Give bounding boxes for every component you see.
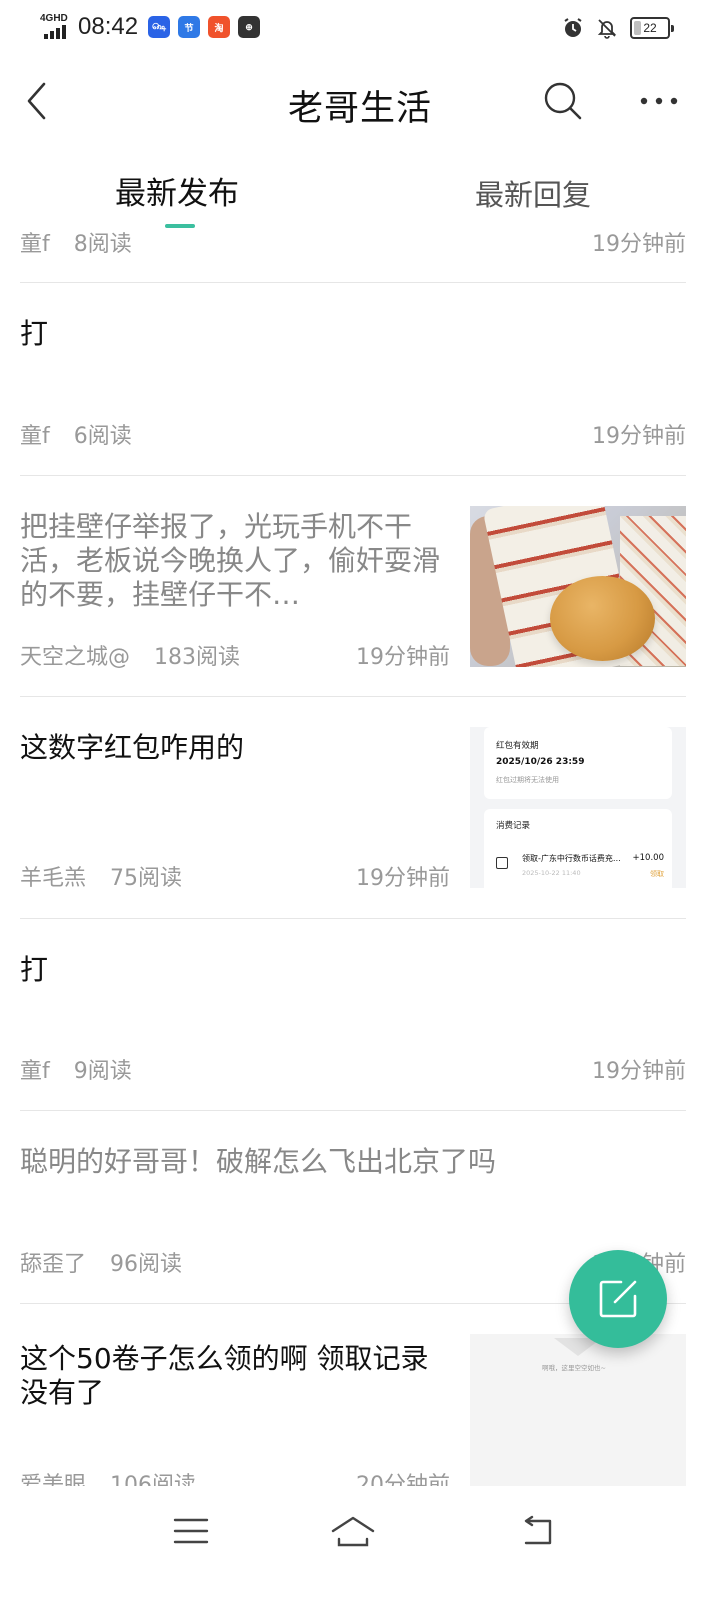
validity-date: 2025/10/26 23:59 bbox=[496, 757, 585, 767]
post-author: 天空之城@ bbox=[20, 645, 131, 670]
post-author: 羊毛羔 bbox=[20, 866, 87, 891]
tab-bar: 最新发布 最新回复 bbox=[0, 162, 720, 232]
post-meta: 舔歪了 96阅读 bbox=[20, 1246, 182, 1278]
post-meta: 童f 9阅读 bbox=[20, 1053, 132, 1085]
recent-apps-button[interactable] bbox=[161, 1508, 221, 1554]
record-icon bbox=[496, 857, 508, 869]
post-meta: 爱美眼 106阅读 bbox=[20, 1467, 196, 1486]
record-text: 领取-广东中行数币话费充… bbox=[522, 854, 621, 863]
back-nav-button[interactable] bbox=[508, 1508, 568, 1554]
compose-button[interactable] bbox=[569, 1250, 667, 1348]
list-item[interactable]: 打 童f 6阅读 19分钟前 bbox=[20, 283, 686, 476]
records-label: 消费记录 bbox=[496, 821, 531, 831]
post-meta: 天空之城@ 183阅读 bbox=[20, 639, 240, 671]
thumbnail-records-card: 消费记录 领取-广东中行数币话费充… +10.00 2025-10-22 11:… bbox=[484, 809, 672, 888]
notification-app-icons: ௸ 节淘 ⊕ bbox=[148, 16, 261, 38]
validity-label: 红包有效期 bbox=[496, 741, 539, 751]
tab-latest-replies[interactable]: 最新回复 bbox=[475, 172, 591, 214]
post-meta: 童f 8阅读 bbox=[20, 226, 132, 258]
taobao-app-icon: 淘 bbox=[208, 16, 231, 38]
post-title: 打 bbox=[20, 317, 49, 350]
baidu-app-icon: ௸ bbox=[148, 16, 171, 38]
record-time: 2025-10-22 11:40 bbox=[522, 869, 581, 877]
more-icon bbox=[640, 97, 678, 105]
mute-notifications-icon bbox=[597, 19, 617, 39]
post-meta: 童f 6阅读 bbox=[20, 418, 132, 450]
battery-fill bbox=[634, 21, 641, 35]
record-amount: +10.00 bbox=[632, 853, 664, 863]
post-author: 童f bbox=[20, 424, 50, 449]
home-button[interactable] bbox=[323, 1508, 383, 1554]
live-app-icon: 节 bbox=[178, 16, 201, 38]
post-title: 打 bbox=[20, 953, 49, 986]
link-app-icon: ⊕ bbox=[238, 16, 261, 38]
network-indicator: 4GHD bbox=[40, 14, 74, 40]
post-reads: 106阅读 bbox=[110, 1473, 197, 1486]
post-reads: 8阅读 bbox=[73, 232, 132, 257]
compose-icon bbox=[599, 1280, 637, 1318]
post-reads: 75阅读 bbox=[110, 866, 183, 891]
network-type: 4GHD bbox=[40, 13, 68, 24]
post-title: 这数字红包咋用的 bbox=[20, 731, 245, 764]
post-meta: 羊毛羔 75阅读 bbox=[20, 860, 182, 892]
back-nav-icon bbox=[524, 1515, 552, 1545]
search-icon bbox=[544, 82, 582, 120]
top-nav: 老哥生活 bbox=[0, 60, 720, 146]
post-time: 19分钟前 bbox=[356, 866, 450, 891]
post-thumbnail[interactable]: 啊哦，这里空空如也~ bbox=[470, 1334, 686, 1486]
post-time: 19分钟前 bbox=[592, 424, 686, 449]
post-author: 童f bbox=[20, 232, 50, 257]
post-reads: 9阅读 bbox=[73, 1059, 132, 1084]
battery-icon: 22 bbox=[630, 17, 674, 39]
status-bar: 4GHD 08:42 ௸ 节淘 ⊕ 22 bbox=[0, 0, 720, 56]
post-time: 19分钟前 bbox=[356, 645, 450, 670]
tab-latest-posts[interactable]: 最新发布 bbox=[115, 168, 239, 213]
thumbnail-validity-card: 红包有效期 2025/10/26 23:59 红包过期将无法使用 bbox=[484, 727, 672, 799]
post-title: 把挂壁仔举报了，光玩手机不干活，老板说今晚换人了，偷奸耍滑的不要，挂壁仔干不… bbox=[20, 510, 440, 611]
page-title: 老哥生活 bbox=[287, 89, 432, 129]
post-author: 童f bbox=[20, 1059, 50, 1084]
validity-note: 红包过期将无法使用 bbox=[496, 776, 559, 784]
battery-level: 22 bbox=[643, 21, 657, 35]
list-item[interactable]: 把挂壁仔举报了，光玩手机不干活，老板说今晚换人了，偷奸耍滑的不要，挂壁仔干不… … bbox=[20, 476, 686, 697]
thumbnail-bun bbox=[550, 576, 655, 661]
signal-icon bbox=[44, 25, 66, 39]
post-reads: 183阅读 bbox=[154, 645, 241, 670]
system-nav-bar bbox=[0, 1486, 720, 1600]
post-time: 19分钟前 bbox=[592, 232, 686, 257]
alarm-icon bbox=[564, 18, 582, 37]
status-bar-left: 4GHD 08:42 ௸ 节淘 ⊕ bbox=[40, 12, 261, 42]
post-reads: 6阅读 bbox=[73, 424, 132, 449]
clock: 08:42 bbox=[78, 13, 139, 40]
status-bar-right: 22 bbox=[562, 14, 674, 42]
post-time: 20分钟前 bbox=[356, 1473, 450, 1486]
post-thumbnail[interactable] bbox=[470, 506, 686, 667]
list-item[interactable]: 童f 8阅读 19分钟前 bbox=[20, 224, 686, 283]
post-reads: 96阅读 bbox=[110, 1252, 183, 1277]
search-button[interactable] bbox=[540, 78, 586, 124]
post-author: 舔歪了 bbox=[20, 1252, 87, 1277]
post-time: 19分钟前 bbox=[592, 1059, 686, 1084]
empty-state-text: 啊哦，这里空空如也~ bbox=[542, 1364, 606, 1372]
post-thumbnail[interactable]: 红包有效期 2025/10/26 23:59 红包过期将无法使用 消费记录 领取… bbox=[470, 727, 686, 888]
more-button[interactable] bbox=[634, 78, 684, 124]
menu-icon bbox=[173, 1518, 209, 1544]
list-item[interactable]: 这数字红包咋用的 羊毛羔 75阅读 19分钟前 红包有效期 2025/10/26… bbox=[20, 697, 686, 919]
home-icon bbox=[331, 1516, 375, 1547]
post-title: 这个50卷子怎么领的啊 领取记录没有了 bbox=[20, 1342, 429, 1409]
post-title: 聪明的好哥哥！破解怎么飞出北京了吗 bbox=[20, 1145, 497, 1178]
list-item[interactable]: 打 童f 9阅读 19分钟前 bbox=[20, 919, 686, 1111]
record-tag: 领取 bbox=[650, 870, 664, 878]
post-author: 爱美眼 bbox=[20, 1473, 87, 1486]
